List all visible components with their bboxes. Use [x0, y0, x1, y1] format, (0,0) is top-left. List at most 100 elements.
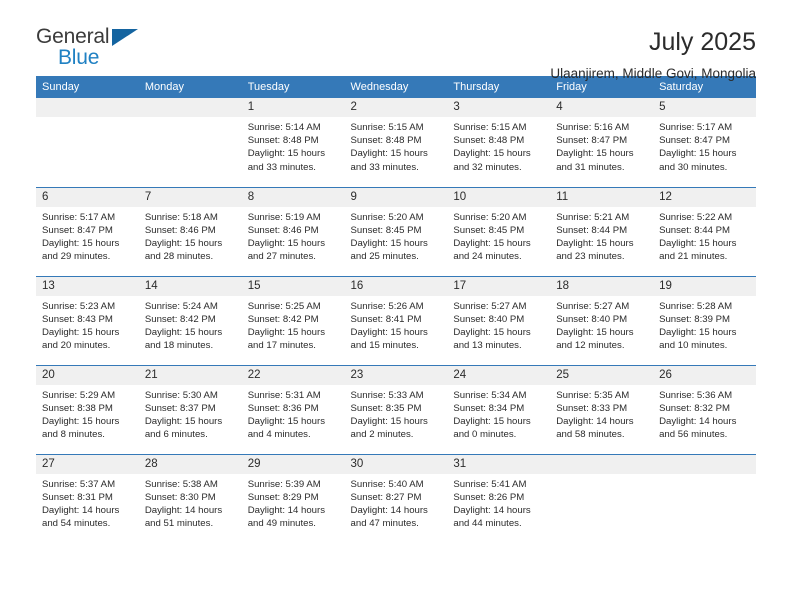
- day-sun-details: Sunrise: 5:26 AM Sunset: 8:41 PM Dayligh…: [350, 300, 428, 352]
- weekday-header-wednesday: Wednesday: [344, 76, 448, 98]
- calendar-day-cell[interactable]: 23 Sunrise: 5:33 AM Sunset: 8:35 PM Dayli…: [344, 364, 448, 454]
- day-number: 5: [653, 98, 756, 117]
- calendar-day-cell[interactable]: 14 Sunrise: 5:24 AM Sunset: 8:42 PM Dayli…: [138, 275, 242, 365]
- day-number: 4: [550, 98, 654, 117]
- day-number: 23: [344, 365, 448, 385]
- calendar-day-cell[interactable]: 24 Sunrise: 5:34 AM Sunset: 8:34 PM Dayli…: [447, 364, 551, 454]
- page-header: General Blue July 2025 Ulaanjirem, Middl…: [36, 0, 756, 82]
- calendar-day-cell[interactable]: 4 Sunrise: 5:16 AM Sunset: 8:47 PM Daylig…: [550, 98, 654, 187]
- calendar-day-cell[interactable]: 16 Sunrise: 5:26 AM Sunset: 8:41 PM Dayli…: [344, 275, 448, 365]
- day-number: 17: [447, 276, 551, 296]
- day-number: 16: [344, 276, 448, 296]
- calendar-day-cell[interactable]: 20 Sunrise: 5:29 AM Sunset: 8:38 PM Dayli…: [36, 364, 139, 454]
- weekday-header-monday: Monday: [138, 76, 242, 98]
- calendar-day-cell[interactable]: 18 Sunrise: 5:27 AM Sunset: 8:40 PM Dayli…: [550, 275, 654, 365]
- general-blue-logo[interactable]: General Blue: [36, 26, 146, 74]
- day-number: 26: [653, 365, 756, 385]
- calendar-day-cell[interactable]: 15 Sunrise: 5:25 AM Sunset: 8:42 PM Dayli…: [241, 275, 345, 365]
- day-number: 7: [138, 187, 242, 207]
- calendar-page: General Blue July 2025 Ulaanjirem, Middl…: [0, 0, 792, 612]
- day-number: 13: [36, 276, 139, 296]
- day-sun-details: Sunrise: 5:27 AM Sunset: 8:40 PM Dayligh…: [556, 300, 634, 352]
- calendar-empty-cell: [550, 453, 654, 543]
- day-number: [550, 454, 654, 474]
- day-number: [36, 98, 139, 117]
- day-sun-details: Sunrise: 5:36 AM Sunset: 8:32 PM Dayligh…: [659, 389, 737, 441]
- calendar-empty-cell: [138, 98, 242, 187]
- day-number: 30: [344, 454, 448, 474]
- day-sun-details: Sunrise: 5:16 AM Sunset: 8:47 PM Dayligh…: [556, 122, 634, 173]
- day-sun-details: Sunrise: 5:33 AM Sunset: 8:35 PM Dayligh…: [350, 389, 428, 441]
- calendar-day-cell[interactable]: 22 Sunrise: 5:31 AM Sunset: 8:36 PM Dayli…: [241, 364, 345, 454]
- page-title: July 2025: [648, 28, 756, 56]
- day-number: 11: [550, 187, 654, 207]
- day-sun-details: Sunrise: 5:24 AM Sunset: 8:42 PM Dayligh…: [144, 300, 223, 352]
- day-sun-details: Sunrise: 5:15 AM Sunset: 8:48 PM Dayligh…: [453, 122, 531, 173]
- calendar-day-cell[interactable]: 11 Sunrise: 5:21 AM Sunset: 8:44 PM Dayli…: [550, 186, 654, 276]
- day-number: 3: [447, 98, 551, 117]
- calendar-table: Sunday Monday Tuesday Wednesday Thursday…: [36, 76, 756, 543]
- day-number: 14: [138, 276, 242, 296]
- day-sun-details: Sunrise: 5:27 AM Sunset: 8:40 PM Dayligh…: [453, 300, 531, 352]
- calendar-day-cell[interactable]: 25 Sunrise: 5:35 AM Sunset: 8:33 PM Dayli…: [550, 364, 654, 454]
- day-number: 29: [241, 454, 345, 474]
- day-sun-details: Sunrise: 5:23 AM Sunset: 8:43 PM Dayligh…: [42, 300, 120, 352]
- triangle-icon: [112, 29, 138, 46]
- calendar-day-cell[interactable]: 3 Sunrise: 5:15 AM Sunset: 8:48 PM Daylig…: [447, 98, 551, 187]
- day-number: 25: [550, 365, 654, 385]
- day-number: [653, 454, 756, 474]
- calendar-day-cell[interactable]: 21 Sunrise: 5:30 AM Sunset: 8:37 PM Dayli…: [138, 364, 242, 454]
- day-number: 10: [447, 187, 551, 207]
- calendar-day-cell[interactable]: 13 Sunrise: 5:23 AM Sunset: 8:43 PM Dayli…: [36, 275, 139, 365]
- calendar-week-row: 20 Sunrise: 5:29 AM Sunset: 8:38 PM Dayli…: [36, 364, 756, 454]
- calendar-day-cell[interactable]: 10 Sunrise: 5:20 AM Sunset: 8:45 PM Dayli…: [447, 186, 551, 276]
- calendar-day-cell[interactable]: 29 Sunrise: 5:39 AM Sunset: 8:29 PM Dayli…: [241, 453, 345, 543]
- calendar-week-row: 6 Sunrise: 5:17 AM Sunset: 8:47 PM Daylig…: [36, 186, 756, 276]
- weekday-header-sunday: Sunday: [36, 76, 139, 98]
- calendar-day-cell[interactable]: 31 Sunrise: 5:41 AM Sunset: 8:26 PM Dayli…: [447, 453, 551, 543]
- day-number: 21: [138, 365, 242, 385]
- day-sun-details: Sunrise: 5:37 AM Sunset: 8:31 PM Dayligh…: [42, 478, 120, 530]
- day-number: 24: [447, 365, 551, 385]
- weekday-header-tuesday: Tuesday: [241, 76, 345, 98]
- day-number: 2: [344, 98, 448, 117]
- title-block: July 2025 Ulaanjirem, Middle Govi, Mongo…: [550, 26, 756, 85]
- calendar-day-cell[interactable]: 1 Sunrise: 5:14 AM Sunset: 8:48 PM Daylig…: [241, 98, 345, 187]
- calendar-day-cell[interactable]: 30 Sunrise: 5:40 AM Sunset: 8:27 PM Dayli…: [344, 453, 448, 543]
- calendar-day-cell[interactable]: 2 Sunrise: 5:15 AM Sunset: 8:48 PM Daylig…: [344, 98, 448, 187]
- calendar-week-row: 1 Sunrise: 5:14 AM Sunset: 8:48 PM Daylig…: [36, 98, 756, 187]
- day-number: 20: [36, 365, 139, 385]
- calendar-day-cell[interactable]: 7 Sunrise: 5:18 AM Sunset: 8:46 PM Daylig…: [138, 186, 242, 276]
- day-sun-details: Sunrise: 5:18 AM Sunset: 8:46 PM Dayligh…: [144, 211, 223, 263]
- day-number: [138, 98, 242, 117]
- calendar-day-cell[interactable]: 26 Sunrise: 5:36 AM Sunset: 8:32 PM Dayli…: [653, 364, 756, 454]
- day-sun-details: Sunrise: 5:35 AM Sunset: 8:33 PM Dayligh…: [556, 389, 634, 441]
- calendar-day-cell[interactable]: 27 Sunrise: 5:37 AM Sunset: 8:31 PM Dayli…: [36, 453, 139, 543]
- calendar-day-cell[interactable]: 8 Sunrise: 5:19 AM Sunset: 8:46 PM Daylig…: [241, 186, 345, 276]
- calendar-day-cell[interactable]: 19 Sunrise: 5:28 AM Sunset: 8:39 PM Dayli…: [653, 275, 756, 365]
- day-sun-details: Sunrise: 5:34 AM Sunset: 8:34 PM Dayligh…: [453, 389, 531, 441]
- day-sun-details: Sunrise: 5:17 AM Sunset: 8:47 PM Dayligh…: [659, 122, 737, 173]
- calendar-week-row: 13 Sunrise: 5:23 AM Sunset: 8:43 PM Dayli…: [36, 275, 756, 365]
- day-number: 31: [447, 454, 551, 474]
- day-sun-details: Sunrise: 5:21 AM Sunset: 8:44 PM Dayligh…: [556, 211, 634, 263]
- day-sun-details: Sunrise: 5:28 AM Sunset: 8:39 PM Dayligh…: [659, 300, 737, 352]
- day-sun-details: Sunrise: 5:38 AM Sunset: 8:30 PM Dayligh…: [144, 478, 223, 530]
- calendar-day-cell[interactable]: 28 Sunrise: 5:38 AM Sunset: 8:30 PM Dayli…: [138, 453, 242, 543]
- calendar-day-cell[interactable]: 9 Sunrise: 5:20 AM Sunset: 8:45 PM Daylig…: [344, 186, 448, 276]
- day-number: 8: [241, 187, 345, 207]
- day-sun-details: Sunrise: 5:31 AM Sunset: 8:36 PM Dayligh…: [247, 389, 326, 441]
- calendar-day-cell[interactable]: 17 Sunrise: 5:27 AM Sunset: 8:40 PM Dayli…: [447, 275, 551, 365]
- day-sun-details: Sunrise: 5:20 AM Sunset: 8:45 PM Dayligh…: [350, 211, 428, 263]
- day-sun-details: Sunrise: 5:39 AM Sunset: 8:29 PM Dayligh…: [247, 478, 326, 530]
- day-sun-details: [653, 474, 756, 478]
- day-sun-details: Sunrise: 5:40 AM Sunset: 8:27 PM Dayligh…: [350, 478, 428, 530]
- calendar-day-cell[interactable]: 6 Sunrise: 5:17 AM Sunset: 8:47 PM Daylig…: [36, 186, 139, 276]
- calendar-week-row: 27 Sunrise: 5:37 AM Sunset: 8:31 PM Dayli…: [36, 453, 756, 543]
- calendar-day-cell[interactable]: 5 Sunrise: 5:17 AM Sunset: 8:47 PM Daylig…: [653, 98, 756, 187]
- day-number: 12: [653, 187, 756, 207]
- calendar-empty-cell: [653, 453, 756, 543]
- day-number: 9: [344, 187, 448, 207]
- calendar-day-cell[interactable]: 12 Sunrise: 5:22 AM Sunset: 8:44 PM Dayli…: [653, 186, 756, 276]
- day-number: 22: [241, 365, 345, 385]
